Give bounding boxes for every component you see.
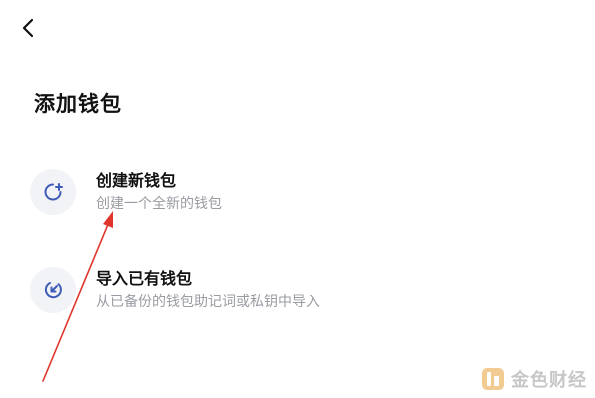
add-wallet-screen: 添加钱包 创建新钱包 创建一个全新的钱包 导入已有钱包 从已备份的钱包助记词或私… xyxy=(0,0,595,398)
watermark-text: 金色财经 xyxy=(511,370,587,391)
watermark: 金色财经 xyxy=(481,366,587,392)
circle-import-icon xyxy=(44,282,62,299)
import-wallet-title: 导入已有钱包 xyxy=(96,269,193,288)
page-title: 添加钱包 xyxy=(34,92,122,116)
create-wallet-title: 创建新钱包 xyxy=(96,171,177,190)
create-wallet-icon-wrap xyxy=(30,169,76,215)
create-wallet-text: 创建新钱包 创建一个全新的钱包 xyxy=(96,170,222,214)
chevron-left-icon xyxy=(22,18,34,38)
circle-plus-icon xyxy=(44,183,63,201)
import-wallet-text: 导入已有钱包 从已备份的钱包助记词或私钥中导入 xyxy=(96,268,320,312)
back-button[interactable] xyxy=(14,14,42,42)
create-wallet-subtitle: 创建一个全新的钱包 xyxy=(96,196,222,212)
import-wallet-icon-wrap xyxy=(30,267,76,313)
import-wallet-option[interactable]: 导入已有钱包 从已备份的钱包助记词或私钥中导入 xyxy=(30,264,450,316)
jinse-logo-icon xyxy=(482,368,504,390)
create-wallet-option[interactable]: 创建新钱包 创建一个全新的钱包 xyxy=(30,166,450,218)
import-wallet-subtitle: 从已备份的钱包助记词或私钥中导入 xyxy=(96,294,320,310)
